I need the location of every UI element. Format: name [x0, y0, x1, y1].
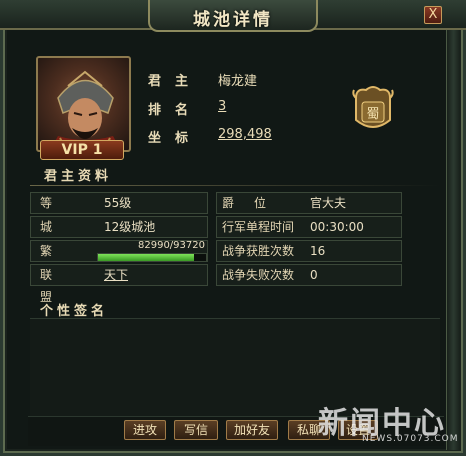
lord-name-value: 梅龙建: [218, 74, 258, 89]
wins-value: 16: [310, 244, 326, 258]
title-plaque: 城池详情: [148, 0, 318, 32]
close-button[interactable]: X: [424, 6, 442, 24]
city-label: 城池: [40, 220, 73, 256]
lord-name-label: 君主: [148, 74, 203, 89]
rank-link[interactable]: 3: [218, 99, 226, 114]
general-portrait-icon: [50, 70, 121, 150]
march-time-label: 行军单程时间: [222, 220, 295, 234]
alliance-link[interactable]: 天下: [104, 264, 128, 286]
vip-badge: VIP 1: [40, 140, 124, 160]
coords-link[interactable]: 298,498: [218, 127, 272, 142]
prosperity-label: 繁荣: [40, 244, 73, 280]
signature-section-title: 个性签名: [40, 304, 109, 319]
title-rank-label: 爵位: [222, 196, 287, 210]
attack-button[interactable]: 进攻: [124, 420, 166, 440]
wins-label: 战争获胜次数: [222, 244, 295, 258]
losses-label: 战争失败次数: [222, 268, 295, 282]
window-title: 城池详情: [193, 10, 273, 30]
faction-char: 蜀: [366, 107, 379, 122]
rank-label: 排名: [148, 103, 203, 118]
coords-label: 坐标: [148, 131, 203, 146]
profile-section-title: 君主资料: [44, 169, 113, 184]
shu-emblem-icon: 蜀: [352, 86, 394, 128]
level-value: 55级: [104, 196, 132, 210]
prosperity-bar-fill: [98, 254, 194, 261]
news-watermark: 新闻中心 NEWS.07073.COM: [318, 398, 464, 448]
write-letter-button[interactable]: 写信: [174, 420, 218, 440]
prosperity-bar: [97, 253, 207, 262]
lord-portrait: [36, 56, 131, 152]
march-time-value: 00:30:00: [310, 220, 364, 234]
losses-value: 0: [310, 268, 318, 282]
title-rank-value: 官大夫: [310, 196, 347, 210]
city-value: 12级城池: [104, 220, 156, 234]
profile-divider: [30, 185, 440, 186]
faction-emblem: 蜀: [352, 84, 394, 134]
prosperity-value: 82990/93720: [138, 240, 205, 251]
level-label: 等级: [40, 196, 73, 232]
alliance-label: 联盟: [40, 268, 73, 304]
add-friend-button[interactable]: 加好友: [226, 420, 278, 440]
right-rail: [446, 30, 460, 450]
watermark-url: NEWS.07073.COM: [362, 434, 459, 444]
